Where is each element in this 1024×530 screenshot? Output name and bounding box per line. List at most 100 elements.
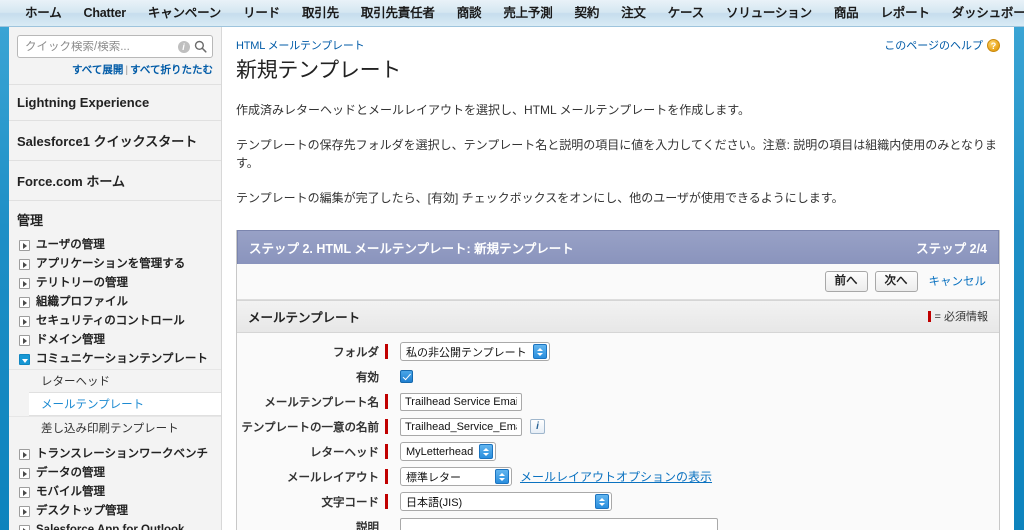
main-content: HTML メールテンプレート このページのヘルプ ? 新規テンプレート 作成済み… xyxy=(222,27,1024,530)
sidebar-item-label: デスクトップ管理 xyxy=(36,505,128,517)
breadcrumb[interactable]: HTML メールテンプレート xyxy=(236,37,365,53)
chevron-right-icon[interactable] xyxy=(19,468,30,479)
description-control xyxy=(385,517,718,530)
description-label: 説明 xyxy=(356,521,379,530)
tab-contracts[interactable]: 契約 xyxy=(564,0,611,26)
tab-opportunities[interactable]: 商談 xyxy=(446,0,493,26)
chevron-right-icon[interactable] xyxy=(19,335,30,346)
sidebar-item-manage-apps[interactable]: アプリケーションを管理する xyxy=(9,255,221,274)
show-layout-options-link[interactable]: メールレイアウトオプションの表示 xyxy=(520,468,712,485)
search-icon[interactable] xyxy=(192,38,209,55)
chevron-right-icon[interactable] xyxy=(19,506,30,517)
letterhead-select[interactable]: MyLetterhead xyxy=(400,442,497,462)
sidebar-item-forcecom-home[interactable]: Force.com ホーム xyxy=(9,160,221,200)
search-box[interactable]: i xyxy=(17,35,213,58)
sidebar-item-lightning-experience[interactable]: Lightning Experience xyxy=(9,84,221,120)
required-legend: = 必須情報 xyxy=(927,308,988,324)
folder-label: フォルダ xyxy=(333,346,379,359)
charset-select[interactable]: 日本語(JIS) xyxy=(400,492,612,512)
tab-orders[interactable]: 注文 xyxy=(610,0,657,26)
sidebar-item-communication-templates[interactable]: コミュニケーションテンプレート xyxy=(9,350,221,369)
letterhead-select-value: MyLetterhead xyxy=(406,445,474,458)
chevron-right-icon[interactable] xyxy=(19,240,30,251)
folder-select[interactable]: 私の非公開テンプレート xyxy=(400,342,550,362)
stepper-icon[interactable] xyxy=(532,344,547,360)
tab-solutions[interactable]: ソリューション xyxy=(715,0,823,26)
right-accent-rail xyxy=(1014,27,1024,530)
charset-control: 日本語(JIS) xyxy=(385,492,612,512)
tab-contacts[interactable]: 取引先責任者 xyxy=(350,0,446,26)
info-icon[interactable]: i xyxy=(530,419,545,435)
required-marker-icon xyxy=(385,444,388,460)
folder-select-value: 私の非公開テンプレート xyxy=(406,346,527,359)
charset-label: 文字コード xyxy=(321,496,380,509)
sidebar-item-data-management[interactable]: データの管理 xyxy=(9,464,221,483)
required-marker-spacer xyxy=(385,369,388,384)
required-marker-icon xyxy=(385,469,388,485)
sidebar-item-company-profile[interactable]: 組織プロファイル xyxy=(9,293,221,312)
unique-name-control: i xyxy=(385,417,545,436)
stepper-icon[interactable] xyxy=(479,444,494,460)
sidebar-item-desktop-administration[interactable]: デスクトップ管理 xyxy=(9,502,221,521)
sidebar-item-security-controls[interactable]: セキュリティのコントロール xyxy=(9,312,221,331)
sidebar-section-administration: 管理 xyxy=(9,200,221,236)
sidebar-item-mobile-administration[interactable]: モバイル管理 xyxy=(9,483,221,502)
chevron-right-icon[interactable] xyxy=(19,297,30,308)
sidebar-item-manage-territories[interactable]: テリトリーの管理 xyxy=(9,274,221,293)
active-checkbox[interactable] xyxy=(400,370,413,384)
sidebar-item-mail-merge-templates[interactable]: 差し込み印刷テンプレート xyxy=(9,416,221,439)
chevron-right-icon[interactable] xyxy=(19,278,30,289)
sidebar-item-translation-workbench[interactable]: トランスレーションワークベンチ xyxy=(9,445,221,464)
page-help-link[interactable]: このページのヘルプ ? xyxy=(884,37,1000,53)
tab-cases[interactable]: ケース xyxy=(657,0,715,26)
sidebar-item-domain-management[interactable]: ドメイン管理 xyxy=(9,331,221,350)
chevron-right-icon[interactable] xyxy=(19,525,30,530)
sidebar-item-salesforce-app-for-outlook[interactable]: Salesforce App for Outlook xyxy=(9,521,221,530)
chevron-right-icon[interactable] xyxy=(19,259,30,270)
required-marker-icon xyxy=(385,394,388,410)
tab-accounts[interactable]: 取引先 xyxy=(291,0,350,26)
sidebar-tree: ユーザの管理 アプリケーションを管理する テリトリーの管理 組織プロファイル セ… xyxy=(9,236,221,530)
page-title: 新規テンプレート xyxy=(236,59,401,82)
required-marker-icon xyxy=(927,310,931,322)
info-icon[interactable]: i xyxy=(175,38,192,55)
app-window: ホーム Chatter キャンペーン リード 取引先 取引先責任者 商談 売上予… xyxy=(0,0,1024,530)
chevron-right-icon[interactable] xyxy=(19,316,30,327)
expand-all-link[interactable]: すべて展開 xyxy=(72,64,123,76)
tab-leads[interactable]: リード xyxy=(232,0,291,26)
template-name-input[interactable] xyxy=(400,392,522,411)
sidebar-item-label: データの管理 xyxy=(36,467,105,479)
collapse-all-link[interactable]: すべて折りたたむ xyxy=(130,64,213,76)
tab-campaigns[interactable]: キャンペーン xyxy=(137,0,232,26)
sidebar-item-manage-users[interactable]: ユーザの管理 xyxy=(9,236,221,255)
chevron-right-icon[interactable] xyxy=(19,449,30,460)
wizard-button-row-top: 前へ 次へ キャンセル xyxy=(237,263,999,300)
sidebar-item-letterheads[interactable]: レターヘッド xyxy=(9,369,221,392)
sidebar-item-email-templates[interactable]: メールテンプレート xyxy=(29,392,221,416)
required-marker-icon xyxy=(385,344,388,360)
tab-products[interactable]: 商品 xyxy=(823,0,870,26)
active-control xyxy=(385,369,413,384)
sidebar-item-label: ユーザの管理 xyxy=(36,239,105,251)
description-input[interactable] xyxy=(400,517,718,530)
stepper-icon[interactable] xyxy=(495,469,509,485)
tab-forecasts[interactable]: 売上予測 xyxy=(492,0,563,26)
email-layout-select[interactable]: 標準レター xyxy=(400,467,512,487)
chevron-down-icon[interactable] xyxy=(19,354,30,365)
tab-reports[interactable]: レポート xyxy=(869,0,940,26)
next-button-top[interactable]: 次へ xyxy=(874,270,918,292)
chevron-right-icon[interactable] xyxy=(19,487,30,498)
field-row-email-layout: メールレイアウト 標準レター メールレイアウトオプションの表示 xyxy=(237,467,999,487)
field-row-active: 有効 xyxy=(237,367,999,387)
sidebar-item-salesforce1-quickstart[interactable]: Salesforce1 クイックスタート xyxy=(9,120,221,160)
sidebar-item-label: トランスレーションワークベンチ xyxy=(36,448,209,460)
active-label: 有効 xyxy=(356,371,379,384)
unique-name-input[interactable] xyxy=(400,417,522,436)
tab-chatter[interactable]: Chatter xyxy=(73,0,137,26)
tab-dashboards[interactable]: ダッシュボード xyxy=(941,0,1024,26)
tab-home[interactable]: ホーム xyxy=(14,0,73,26)
previous-button-top[interactable]: 前へ xyxy=(824,270,868,292)
search-input[interactable] xyxy=(25,40,175,53)
stepper-icon[interactable] xyxy=(595,494,609,510)
cancel-link-top[interactable]: キャンセル xyxy=(929,273,989,289)
